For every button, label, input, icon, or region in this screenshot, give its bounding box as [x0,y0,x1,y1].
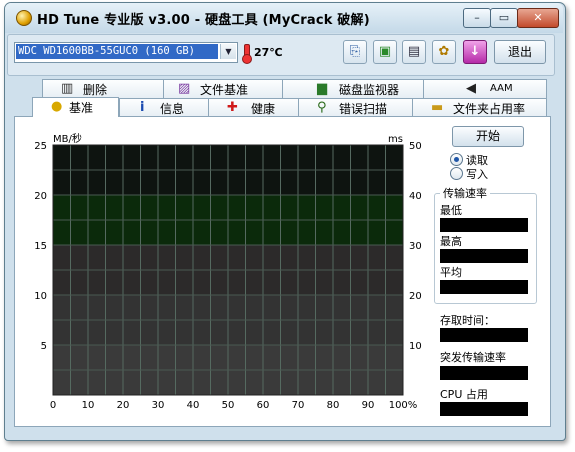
tab-folder-usage-label: 文件夹占用率 [453,102,526,116]
min-label: 最低 [440,204,462,217]
y-right-tick-label: 20 [409,291,422,302]
x-tick-label: 100% [389,400,418,411]
tab-health[interactable]: ✚ 健康 [208,98,299,117]
transfer-rate-title: 传输速率 [440,185,490,201]
minimize-button[interactable]: – [463,8,491,28]
x-tick-label: 20 [117,400,130,411]
tab-disk-monitor-label: 磁盘监视器 [339,83,400,97]
download-icon: ↓ [469,44,481,59]
x-tick-label: 70 [292,400,305,411]
tab-disk-monitor[interactable]: ▆ 磁盘监视器 [282,79,424,98]
y-left-tick-label: 20 [34,191,47,202]
download-button[interactable]: ↓ [463,40,487,64]
tab-file-benchmark-label: 文件基准 [200,83,249,97]
write-radio-label[interactable]: 写入 [466,166,488,182]
tab-folder-usage[interactable]: ▬ 文件夹占用率 [412,98,547,117]
y-right-tick-label: 50 [409,141,422,152]
tab-benchmark[interactable]: ● 基准 [32,97,119,117]
y-left-tick-label: 10 [34,291,47,302]
x-tick-label: 40 [187,400,200,411]
tab-error-scan[interactable]: ⚲ 错误扫描 [298,98,413,117]
folder-icon: ▬ [431,100,444,115]
tab-error-scan-label: 错误扫描 [339,102,388,116]
burst-rate-box [440,366,528,380]
hdtune-app-icon [16,10,32,26]
lightbulb-icon: ● [51,99,63,114]
benchmark-chart: 25 20 15 10 5 50 40 30 20 10 0 10 20 30 40 50 60 70 80 90 10… [34,132,422,411]
x-tick-label: 0 [50,400,56,411]
chevron-down-icon[interactable]: ▼ [220,44,236,59]
drive-select-value: WDC WD1600BB-55GUC0 (160 GB) [16,44,218,59]
options-button[interactable]: ✿ [432,40,456,64]
tab-aam[interactable]: ◀ AAM [423,79,547,98]
avg-value-box [440,280,528,294]
y-right-unit-label: ms [388,134,403,145]
close-button[interactable]: ✕ [517,8,559,28]
avg-label: 平均 [440,266,462,279]
x-tick-label: 60 [257,400,270,411]
file-benchmark-icon: ▨ [178,81,191,96]
tab-info-label: 信息 [160,102,185,116]
window-title: HD Tune 专业版 v3.00 - 硬盘工具 (MyCrack 破解) [37,13,370,28]
max-label: 最高 [440,235,462,248]
copy-screenshot-button[interactable]: ▣ [373,40,397,64]
max-value-box [440,249,528,263]
tab-erase-label: 删除 [83,83,108,97]
trash-icon: ▥ [61,81,74,96]
cpu-usage-label: CPU 占用 [440,388,488,401]
maximize-button[interactable]: ▭ [490,8,518,28]
access-time-box [440,328,528,342]
exit-button[interactable]: 退出 [494,40,546,64]
tab-health-label: 健康 [251,102,276,116]
temperature-readout: 27℃ [254,46,283,59]
burst-rate-label: 突发传输速率 [440,351,506,364]
tab-erase[interactable]: ▥ 删除 [42,79,164,98]
magnifier-icon: ⚲ [317,100,327,115]
y-left-unit-label: MB/秒 [53,132,82,145]
copy-screenshot-icon: ▣ [378,44,392,59]
y-right-tick-label: 30 [409,241,422,252]
read-radio[interactable] [450,153,463,166]
disk-monitor-icon: ▆ [317,81,327,96]
copy-info-button[interactable]: ⎘ [343,40,367,64]
y-left-tick-label: 25 [34,141,47,152]
x-tick-label: 50 [222,400,235,411]
options-icon: ✿ [438,44,450,59]
y-right-tick-label: 10 [409,341,422,352]
x-tick-label: 10 [82,400,95,411]
tab-benchmark-label: 基准 [69,101,94,115]
access-time-label: 存取时间： [440,314,495,327]
tab-aam-label: AAM [490,83,513,94]
thermometer-icon [242,44,252,64]
x-tick-label: 30 [152,400,165,411]
health-cross-icon: ✚ [227,100,238,115]
info-icon: i [140,100,145,115]
tab-info[interactable]: i 信息 [119,98,209,117]
thermometer-bulb [242,54,252,64]
min-value-box [440,218,528,232]
speaker-icon: ◀ [466,81,476,96]
save-icon: ▤ [407,44,421,59]
y-left-tick-label: 5 [41,341,47,352]
copy-info-icon: ⎘ [349,44,361,59]
x-tick-label: 90 [362,400,375,411]
drive-select[interactable]: WDC WD1600BB-55GUC0 (160 GB) ▼ [14,42,238,63]
y-left-tick-label: 15 [34,241,47,252]
write-radio[interactable] [450,167,463,180]
cpu-usage-box [440,402,528,416]
save-button[interactable]: ▤ [402,40,426,64]
start-button[interactable]: 开始 [452,126,524,147]
y-right-tick-label: 40 [409,191,422,202]
tab-file-benchmark[interactable]: ▨ 文件基准 [163,79,283,98]
x-tick-label: 80 [327,400,340,411]
